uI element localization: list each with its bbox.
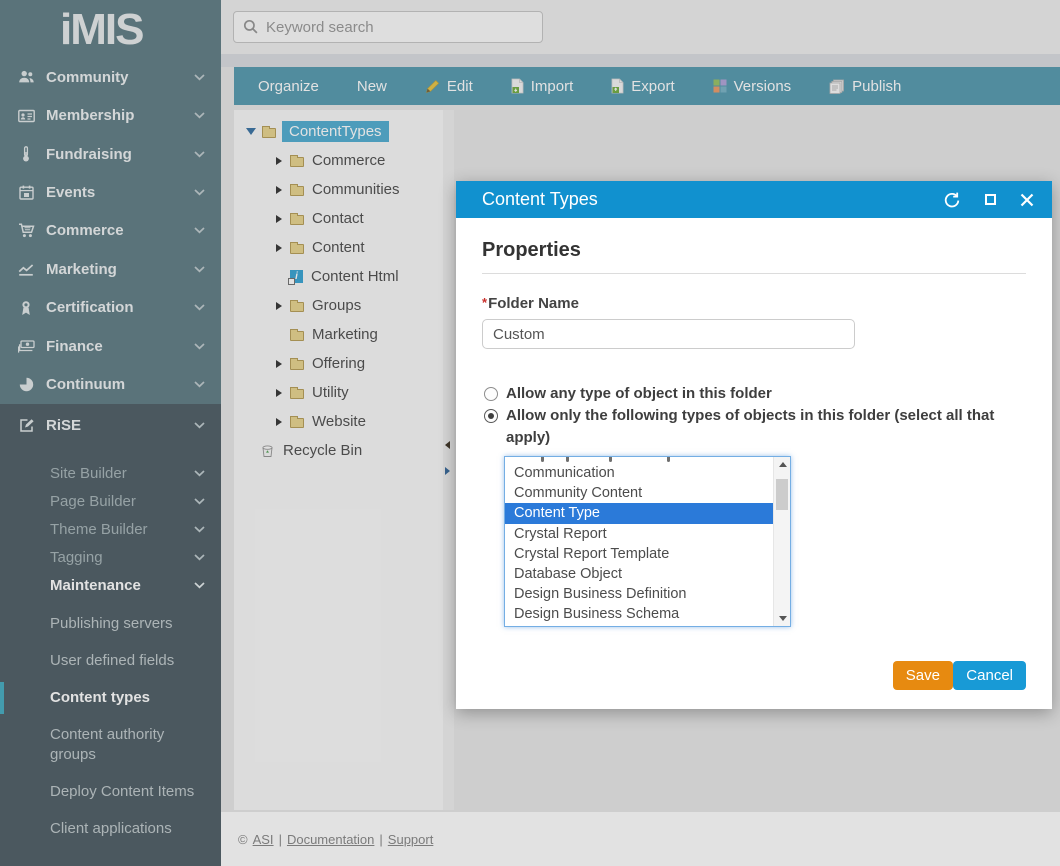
dialog-title-bar: Content Types [456, 181, 1052, 218]
close-icon[interactable] [1020, 193, 1034, 207]
folder-name-input[interactable] [482, 319, 855, 349]
content-types-dialog: Content Types Properties *Folder Name Al… [456, 181, 1052, 709]
save-button[interactable]: Save [893, 661, 953, 690]
radio-unselected-icon[interactable] [484, 387, 498, 401]
required-marker: * [482, 295, 487, 310]
list-item[interactable]: Community Content [505, 483, 773, 503]
object-types-listbox[interactable]: Communication Community Content Content … [504, 456, 791, 627]
refresh-icon[interactable] [943, 191, 961, 209]
radio-selected-icon[interactable] [484, 409, 498, 423]
list-item-selected[interactable]: Content Type [505, 503, 773, 523]
list-item[interactable]: Design Business Definition [505, 584, 773, 604]
cancel-button[interactable]: Cancel [953, 661, 1026, 690]
dialog-body: Properties *Folder Name Allow any type o… [456, 218, 1052, 709]
folder-name-label: *Folder Name [482, 295, 1026, 312]
clipped-list-item [505, 457, 773, 463]
radio-allow-only-selected-types[interactable]: Allow only the following types of object… [482, 405, 1026, 449]
listbox-scrollbar[interactable] [773, 457, 790, 626]
scroll-up-icon[interactable] [779, 462, 787, 467]
list-item[interactable]: Crystal Report [505, 524, 773, 544]
properties-heading: Properties [482, 218, 1026, 262]
list-item[interactable]: Crystal Report Template [505, 544, 773, 564]
scrollbar-thumb[interactable] [776, 479, 788, 510]
section-divider [482, 273, 1026, 274]
radio-allow-any[interactable]: Allow any type of object in this folder [482, 383, 1026, 405]
dialog-title: Content Types [482, 189, 598, 210]
scroll-down-icon[interactable] [779, 616, 787, 621]
list-item[interactable]: Design Business Schema [505, 604, 773, 624]
radio-label: Allow any type of object in this folder [506, 383, 772, 405]
radio-label: Allow only the following types of object… [506, 405, 1018, 449]
list-item[interactable]: Database Object [505, 564, 773, 584]
list-item[interactable]: Communication [505, 463, 773, 483]
clipped-list-item [505, 625, 773, 628]
maximize-icon[interactable] [985, 194, 996, 205]
